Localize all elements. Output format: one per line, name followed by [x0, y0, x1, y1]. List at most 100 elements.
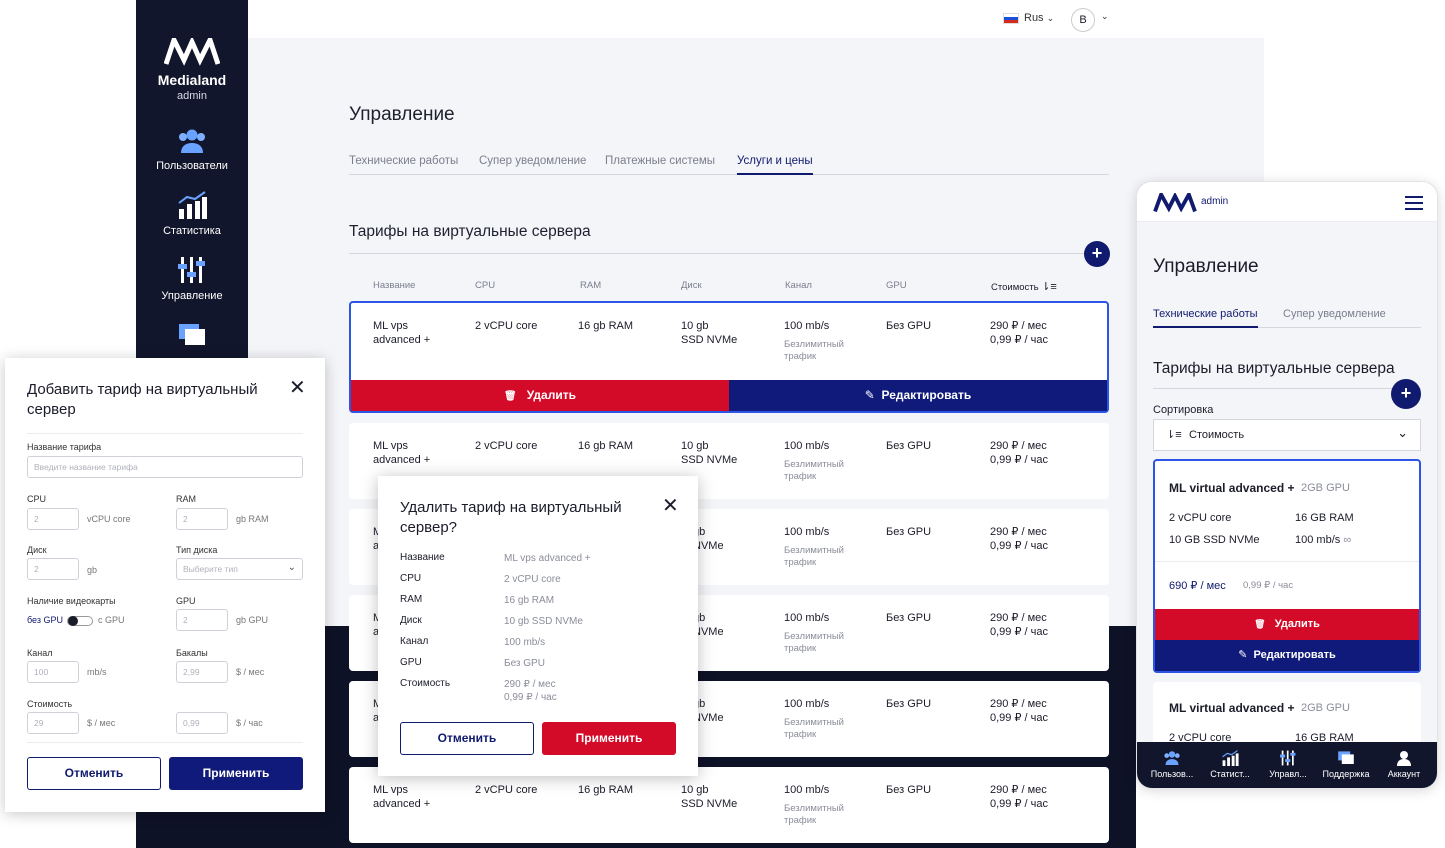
pencil-icon: ✎: [1238, 649, 1248, 661]
table-row[interactable]: ML vps advanced + 2 vCPU core 16 gb RAM 1…: [349, 767, 1109, 843]
cost-input[interactable]: 29: [27, 712, 79, 734]
nav-management[interactable]: Управл...: [1259, 750, 1317, 779]
tariff-channel: 100 mb/s: [784, 784, 830, 796]
tariff-price: 290 ₽ / мес 0,99 ₽ / час: [990, 526, 1048, 552]
tariff-channel: 100 mb/s: [784, 526, 830, 538]
nav-support[interactable]: Поддержка: [1317, 750, 1375, 779]
tariff-gpu: Без GPU: [886, 526, 932, 538]
disk-type-select[interactable]: Выберите тип ⌄: [176, 558, 303, 580]
mobile-screen: admin Управление Технические работы Супе…: [1136, 181, 1438, 789]
add-tariff-button[interactable]: +: [1391, 379, 1421, 409]
tariff-name: ML vps advanced +: [373, 440, 431, 466]
bakaly-label: Бакалы: [176, 648, 208, 658]
cpu-label: CPU: [27, 494, 47, 504]
toggle-off-label: без GPU: [27, 615, 63, 625]
apply-button[interactable]: Применить: [542, 722, 676, 755]
edit-button[interactable]: ✎ Редактировать: [729, 380, 1107, 411]
chevron-down-icon: ⌄: [1046, 13, 1055, 23]
tariff-channel-note: Безлимитный трафик: [784, 545, 844, 568]
tab-super-notification[interactable]: Супер уведомление: [479, 155, 586, 167]
ram-input[interactable]: 2: [176, 508, 228, 530]
chevron-down-icon[interactable]: ⌄: [1101, 11, 1109, 22]
edit-button[interactable]: ✎ Редактировать: [1155, 640, 1419, 671]
nav-label: Статист...: [1210, 769, 1250, 779]
cancel-button[interactable]: Отменить: [27, 757, 161, 790]
sidebar-item-users[interactable]: Пользователи: [136, 128, 248, 172]
tariff-disk: 10 gb SSD NVMe: [681, 440, 738, 466]
gpu-toggle[interactable]: [67, 616, 93, 626]
tariff-gpu: Без GPU: [886, 698, 932, 710]
apply-button[interactable]: Применить: [169, 757, 303, 790]
hour-price-input[interactable]: 0,99: [176, 712, 228, 734]
tariff-name: ML virtual advanced +: [1169, 701, 1295, 715]
nav-label: Аккаунт: [1387, 769, 1421, 779]
tab-super-notification[interactable]: Супер уведомление: [1283, 308, 1386, 320]
tariff-channel: 100 mb/s: [784, 698, 830, 710]
sidebar-item-support[interactable]: [136, 322, 248, 354]
tariff-channel: 100 mb/s: [784, 320, 830, 332]
column-header-cost[interactable]: Стоимость ⇂≡: [991, 280, 1057, 293]
chevron-down-icon: ⌄: [1397, 425, 1408, 440]
table-row[interactable]: ML vps advanced + 2 vCPU core 16 gb RAM 1…: [349, 301, 1109, 413]
tariff-channel-note: Безлимитный трафик: [784, 803, 844, 826]
modal-title: Удалить тариф на виртуальный сервер?: [400, 499, 622, 536]
field-value: 16 gb RAM: [504, 595, 555, 606]
field-value: 2 vCPU core: [504, 574, 561, 585]
cpu-unit: vCPU core: [87, 514, 131, 524]
section-title: Тарифы на виртуальные сервера: [1153, 360, 1395, 377]
tariff-gpu: Без GPU: [886, 784, 932, 796]
field-value: 100 mb/s: [504, 637, 546, 648]
sidebar-item-statistics[interactable]: Статистика: [136, 191, 248, 237]
cost-label: Стоимость: [27, 699, 73, 709]
field-value: 10 gb SSD NVMe: [504, 616, 583, 627]
tariff-price-hour: 0,99 ₽ / час: [1243, 580, 1294, 591]
topbar: Rus ⌄ B ⌄: [248, 0, 1264, 38]
delete-button[interactable]: 🗑 Удалить: [351, 380, 729, 411]
page-title: Управление: [349, 104, 455, 125]
sidebar-item-management[interactable]: Управление: [136, 256, 248, 302]
divider: [1153, 388, 1421, 389]
sliders-icon: [178, 257, 205, 283]
edit-label: Редактировать: [881, 388, 972, 402]
tariff-channel: 100 mb/s ∞: [1295, 534, 1352, 546]
tariff-cpu: 2 vCPU core: [1169, 512, 1232, 524]
tariff-gpu: 2GB GPU: [1301, 702, 1350, 714]
name-label: Название тарифа: [27, 442, 102, 452]
tariff-name-input[interactable]: Введите название тарифа: [27, 456, 303, 478]
tariff-channel: 100 mb/s: [784, 440, 830, 452]
add-tariff-modal: Добавить тариф на виртуальный сервер ✕ Н…: [5, 358, 325, 812]
delete-button[interactable]: 🗑 Удалить: [1155, 609, 1419, 640]
nav-statistics[interactable]: Статист...: [1201, 750, 1259, 779]
tab-maintenance[interactable]: Технические работы: [1153, 308, 1258, 328]
tab-services-prices[interactable]: Услуги и цены: [737, 155, 813, 175]
cancel-button[interactable]: Отменить: [400, 722, 534, 755]
channel-input[interactable]: 100: [27, 661, 79, 683]
delete-tariff-modal: Удалить тариф на виртуальный сервер? ✕ Н…: [378, 476, 698, 776]
tab-maintenance[interactable]: Технические работы: [349, 155, 458, 167]
tab-payment-systems[interactable]: Платежные системы: [605, 155, 715, 167]
nav-account[interactable]: Аккаунт: [1375, 750, 1433, 779]
nav-label: Поддержка: [1322, 769, 1370, 779]
close-icon[interactable]: ✕: [662, 496, 679, 516]
bakaly-input[interactable]: 2,99: [176, 661, 228, 683]
add-tariff-button[interactable]: +: [1084, 241, 1110, 267]
nav-users[interactable]: Пользов...: [1143, 750, 1201, 779]
mobile-bottom-nav: Пользов... Статист... Управл... Поддержк…: [1137, 742, 1437, 788]
column-header-channel: Канал: [785, 280, 812, 291]
gpu-input[interactable]: 2: [176, 609, 228, 631]
sort-select[interactable]: ⇂≡ Стоимость ⌄: [1153, 419, 1421, 451]
chart-icon: [178, 191, 207, 219]
sort-value: Стоимость: [1189, 429, 1245, 441]
sort-icon: ⇂≡: [1166, 429, 1182, 441]
cpu-input[interactable]: 2: [27, 508, 79, 530]
sidebar-item-label: Пользователи: [156, 160, 228, 172]
users-icon: [179, 129, 205, 153]
tariff-card[interactable]: ML virtual advanced + 2GB GPU 2 vCPU cor…: [1153, 459, 1421, 673]
language-selector[interactable]: Rus ⌄: [1024, 12, 1054, 24]
disk-input[interactable]: 2: [27, 558, 79, 580]
close-icon[interactable]: ✕: [289, 378, 306, 398]
hamburger-menu-icon[interactable]: [1405, 196, 1423, 210]
ram-unit: gb RAM: [236, 514, 269, 524]
nav-label: Управл...: [1269, 769, 1307, 779]
avatar[interactable]: B: [1071, 8, 1095, 32]
